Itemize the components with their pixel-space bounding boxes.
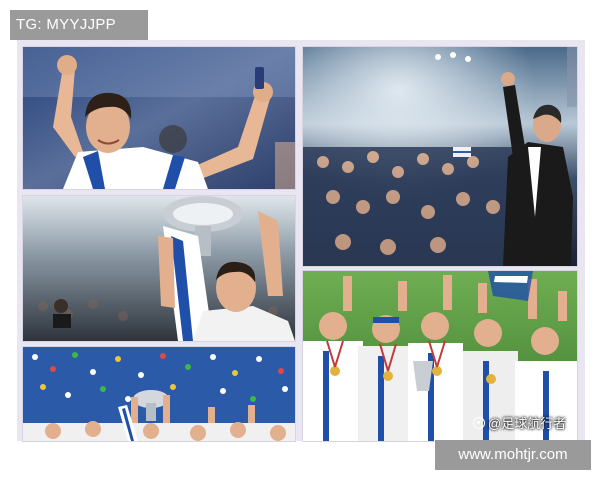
photo-player-with-trophy bbox=[22, 195, 296, 342]
photo-player-celebrating bbox=[22, 46, 296, 190]
weibo-logo-icon bbox=[473, 416, 485, 429]
photo-coach-waving bbox=[302, 46, 578, 267]
watermark: @足球航行者 bbox=[473, 413, 566, 432]
watermark-text: @足球航行者 bbox=[488, 416, 567, 431]
footer-tag: www.mohtjr.com bbox=[435, 440, 591, 470]
photo-team-lifting-trophy bbox=[22, 346, 296, 442]
photo-team-with-medals: @足球航行者 bbox=[302, 270, 578, 442]
photo-collage: @足球航行者 bbox=[17, 40, 585, 442]
header-tag: TG: MYYJJPP bbox=[10, 10, 148, 40]
